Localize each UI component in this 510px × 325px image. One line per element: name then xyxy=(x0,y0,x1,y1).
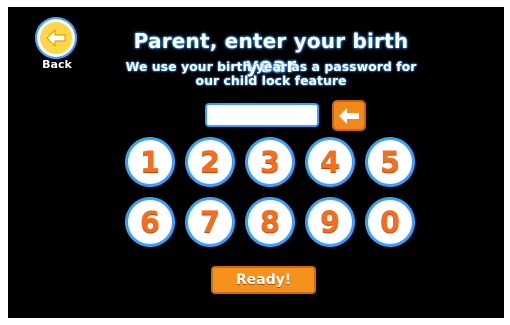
key-2[interactable]: 2 xyxy=(188,140,232,184)
backspace-icon xyxy=(339,107,359,124)
key-4[interactable]: 4 xyxy=(308,140,352,184)
backspace-button[interactable] xyxy=(332,100,366,131)
birth-year-input[interactable] xyxy=(205,103,319,127)
key-8[interactable]: 8 xyxy=(248,200,292,244)
back-label: Back xyxy=(42,58,72,71)
key-9[interactable]: 9 xyxy=(308,200,352,244)
back-button[interactable] xyxy=(35,17,77,59)
key-1[interactable]: 1 xyxy=(128,140,172,184)
key-0[interactable]: 0 xyxy=(368,200,412,244)
key-3[interactable]: 3 xyxy=(248,140,292,184)
back-arrow-icon xyxy=(40,22,72,54)
subtitle-line-2: our child lock feature xyxy=(195,73,347,88)
key-5[interactable]: 5 xyxy=(368,140,412,184)
key-6[interactable]: 6 xyxy=(128,200,172,244)
subtitle-line-1: We use your birth year as a password for xyxy=(125,59,417,74)
key-7[interactable]: 7 xyxy=(188,200,232,244)
page-subtitle: We use your birth year as a password for… xyxy=(116,60,426,88)
ready-button[interactable]: Ready! xyxy=(211,266,316,294)
game-screen: Back Parent, enter your birth year We us… xyxy=(8,7,504,318)
